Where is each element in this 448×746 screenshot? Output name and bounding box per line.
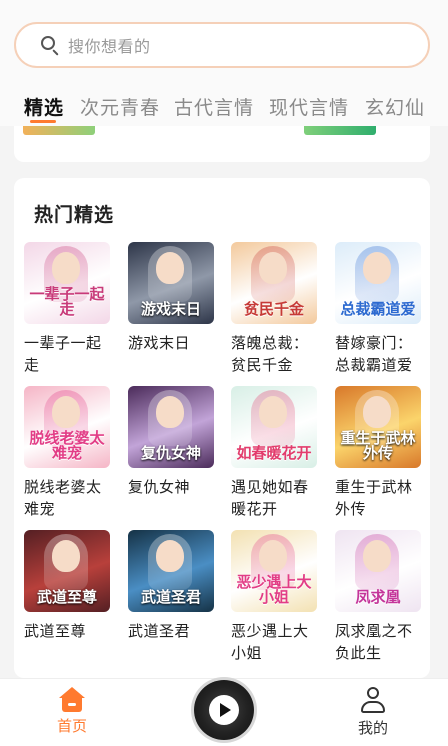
search-area: 搜你想看的 <box>0 0 448 86</box>
book-title[interactable]: 复仇女神 <box>128 476 218 498</box>
book-cover[interactable]: 游戏末日 <box>128 242 214 324</box>
category-tabs: 精选 次元青春 古代言情 现代言情 玄幻仙 <box>0 86 448 126</box>
user-icon <box>359 687 387 715</box>
book-title[interactable]: 替嫁豪门：总裁霸道爱 <box>335 332 425 376</box>
book-cover[interactable]: 复仇女神 <box>128 386 214 468</box>
book-cover[interactable]: 凤求凰 <box>335 530 421 612</box>
tab-active-indicator <box>30 120 56 123</box>
book-item[interactable]: 恶少遇上大小姐 恶少遇上大小姐 <box>231 530 319 664</box>
book-cover-title: 一辈子一起走 <box>29 284 105 319</box>
book-cover[interactable]: 总裁霸道爱 <box>335 242 421 324</box>
book-cover[interactable]: 武道圣君 <box>128 530 214 612</box>
previous-section-card <box>14 126 430 162</box>
hot-picks-section: 热门精选 一辈子一起走 一辈子一起走 游戏末日 游戏末日 贫民千金 落魄总裁：贫民千金 总裁… <box>14 178 430 678</box>
tab-ancient-romance[interactable]: 古代言情 <box>174 93 254 120</box>
book-title[interactable]: 武道至尊 <box>24 620 114 642</box>
book-cover-title: 武道圣君 <box>140 588 201 607</box>
book-item[interactable]: 复仇女神 复仇女神 <box>128 386 216 498</box>
search-placeholder: 搜你想看的 <box>68 37 151 56</box>
book-cover[interactable]: 贫民千金 <box>231 242 317 324</box>
nav-mine-label: 我的 <box>357 719 388 737</box>
tab-modern-romance[interactable]: 现代言情 <box>269 93 349 120</box>
book-title[interactable]: 武道圣君 <box>128 620 218 642</box>
book-title[interactable]: 脱线老婆太难宠 <box>24 476 114 520</box>
book-title[interactable]: 一辈子一起走 <box>24 332 114 376</box>
tab-featured[interactable]: 精选 <box>24 93 64 120</box>
book-cover[interactable]: 武道至尊 <box>24 530 110 612</box>
book-title[interactable]: 凤求凰之不负此生 <box>335 620 425 664</box>
book-item[interactable]: 游戏末日 游戏末日 <box>128 242 216 354</box>
book-cover[interactable]: 脱线老婆太难宠 <box>24 386 110 468</box>
book-cover-peek[interactable] <box>23 126 95 135</box>
book-title[interactable]: 重生于武林外传 <box>335 476 425 520</box>
book-cover[interactable]: 恶少遇上大小姐 <box>231 530 317 612</box>
section-title: 热门精选 <box>34 204 115 226</box>
nav-home[interactable]: 首页 <box>32 683 112 736</box>
play-icon <box>220 703 231 717</box>
book-title[interactable]: 恶少遇上大小姐 <box>231 620 321 664</box>
book-item[interactable]: 如春暖花开遇见她如春暖花开 <box>231 386 319 520</box>
book-cover-title: 恶少遇上大小姐 <box>236 572 312 607</box>
book-cover-title: 总裁霸道爱 <box>340 300 416 319</box>
book-item[interactable]: 重生于武林外传 重生于武林外传 <box>335 386 423 520</box>
book-cover-title: 复仇女神 <box>140 444 201 463</box>
player-disc <box>209 695 239 725</box>
book-item[interactable]: 武道至尊 武道至尊 <box>24 530 112 642</box>
book-cover-title: 贫民千金 <box>243 300 304 319</box>
book-item[interactable]: 武道圣君 武道圣君 <box>128 530 216 642</box>
book-item[interactable]: 脱线老婆太难宠 脱线老婆太难宠 <box>24 386 112 520</box>
home-icon <box>59 687 85 713</box>
nav-home-label: 首页 <box>56 717 87 735</box>
search-input[interactable]: 搜你想看的 <box>14 22 430 68</box>
book-cover[interactable]: 重生于武林外传 <box>335 386 421 468</box>
book-cover[interactable]: 如春暖花开 <box>231 386 317 468</box>
book-item[interactable]: 一辈子一起走 一辈子一起走 <box>24 242 112 376</box>
book-cover-title: 如春暖花开 <box>236 444 312 463</box>
tab-youth[interactable]: 次元青春 <box>80 93 160 120</box>
book-item[interactable]: 总裁霸道爱替嫁豪门：总裁霸道爱 <box>335 242 423 376</box>
book-cover-title: 脱线老婆太难宠 <box>29 428 105 463</box>
book-item[interactable]: 凤求凰凤求凰之不负此生 <box>335 530 423 664</box>
book-item[interactable]: 贫民千金落魄总裁：贫民千金 <box>231 242 319 376</box>
tab-fantasy[interactable]: 玄幻仙 <box>365 93 425 120</box>
book-cover[interactable]: 一辈子一起走 <box>24 242 110 324</box>
book-cover-title: 武道至尊 <box>36 588 97 607</box>
audio-player-button[interactable] <box>194 680 254 740</box>
book-title[interactable]: 游戏末日 <box>128 332 218 354</box>
search-icon <box>40 35 60 56</box>
nav-mine[interactable]: 我的 <box>333 683 413 738</box>
book-cover-peek[interactable] <box>304 126 376 135</box>
book-cover-title: 游戏末日 <box>140 300 201 319</box>
book-cover-title: 凤求凰 <box>355 588 401 607</box>
book-title[interactable]: 遇见她如春暖花开 <box>231 476 321 520</box>
book-title[interactable]: 落魄总裁：贫民千金 <box>231 332 321 376</box>
book-cover-title: 重生于武林外传 <box>340 428 416 463</box>
